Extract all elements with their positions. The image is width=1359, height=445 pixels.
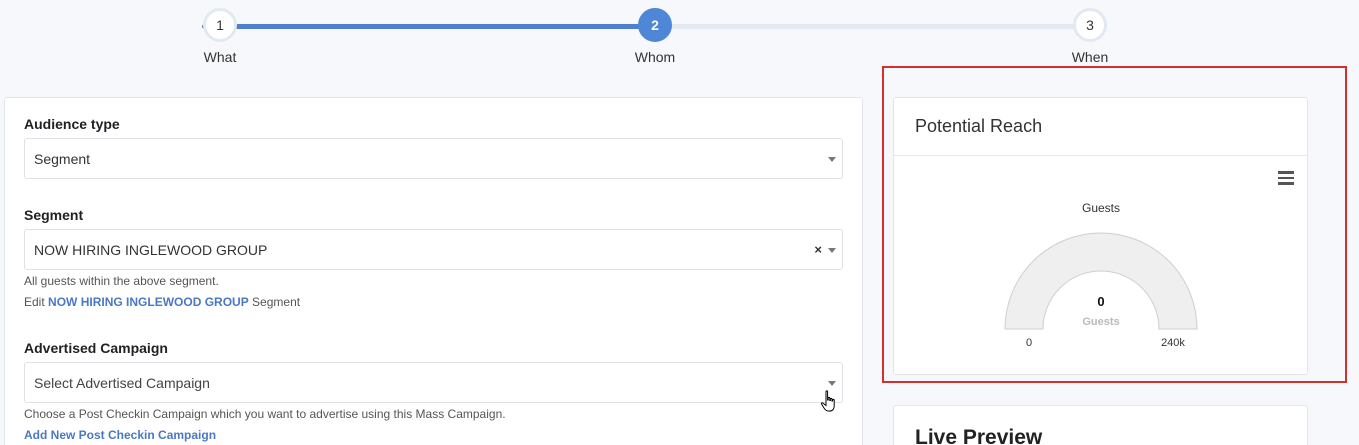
audience-type-label: Audience type	[24, 116, 120, 132]
edit-prefix: Edit	[24, 295, 45, 309]
step-1-circle[interactable]: 1	[203, 8, 237, 42]
stepper-progress	[202, 24, 657, 29]
advertised-campaign-placeholder: Select Advertised Campaign	[34, 374, 210, 391]
segment-label: Segment	[24, 207, 84, 223]
highlight-annotation-box	[882, 66, 1347, 383]
chevron-down-icon	[828, 248, 836, 253]
step-2-circle[interactable]: 2	[638, 8, 672, 42]
live-preview-card: Live Preview	[893, 405, 1308, 445]
segment-value: NOW HIRING INGLEWOOD GROUP	[34, 241, 268, 258]
advertised-campaign-help: Choose a Post Checkin Campaign which you…	[24, 407, 506, 421]
audience-form-card: Audience type Segment Segment NOW HIRING…	[4, 97, 863, 445]
live-preview-title: Live Preview	[915, 426, 1043, 445]
edit-segment-link[interactable]: NOW HIRING INGLEWOOD GROUP	[48, 295, 249, 309]
audience-type-value: Segment	[34, 150, 91, 167]
progress-stepper: 1 What 2 Whom 3 When	[0, 0, 1359, 70]
step-1-label[interactable]: What	[180, 49, 260, 65]
chevron-down-icon	[828, 381, 836, 386]
add-post-checkin-campaign-link[interactable]: Add New Post Checkin Campaign	[24, 428, 216, 442]
edit-suffix: Segment	[252, 295, 301, 309]
segment-edit-line: Edit NOW HIRING INGLEWOOD GROUP Segment	[24, 295, 300, 309]
segment-select[interactable]: NOW HIRING INGLEWOOD GROUP ×	[24, 229, 843, 270]
segment-help-text: All guests within the above segment.	[24, 274, 219, 288]
clear-selection-icon[interactable]: ×	[814, 242, 822, 257]
advertised-campaign-label: Advertised Campaign	[24, 340, 168, 356]
hand-pointer-cursor-icon	[820, 390, 835, 412]
step-3-circle[interactable]: 3	[1073, 8, 1107, 42]
step-2-label[interactable]: Whom	[615, 49, 695, 65]
chevron-down-icon	[828, 157, 836, 162]
step-3-label[interactable]: When	[1050, 49, 1130, 65]
audience-type-select[interactable]: Segment	[24, 138, 843, 179]
advertised-campaign-select[interactable]: Select Advertised Campaign	[24, 362, 843, 403]
